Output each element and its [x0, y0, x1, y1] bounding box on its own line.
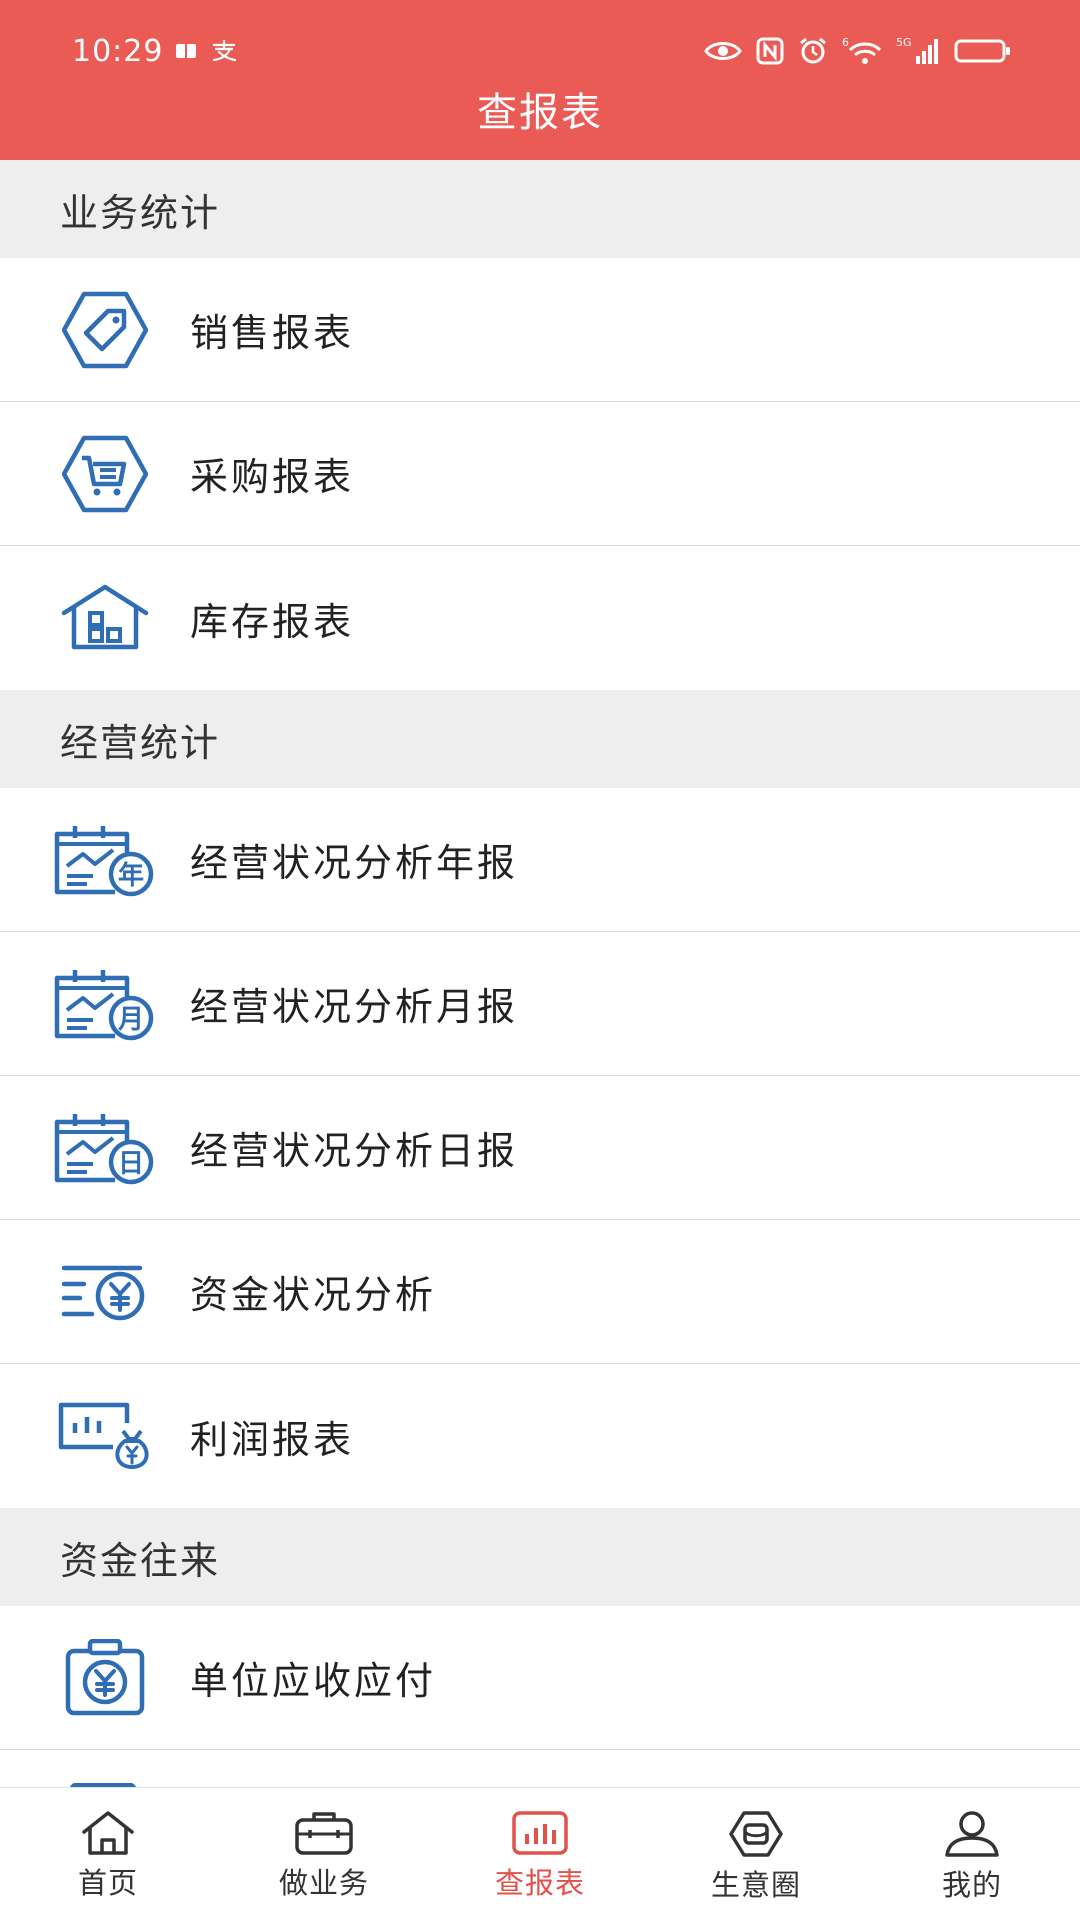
report-row-label: 经营状况分析月报	[190, 985, 519, 1029]
nav-community[interactable]: 生意圈	[648, 1788, 864, 1920]
report-row-purchase[interactable]: 采购报表	[0, 402, 1080, 546]
report-row-inventory[interactable]: 库存报表	[0, 546, 1080, 690]
network-label: 5G	[896, 36, 912, 49]
section-header-operation: 经营统计	[0, 690, 1080, 788]
bottom-nav: 首页 做业务 查报表 生意圈 我的	[0, 1787, 1080, 1920]
nav-profile[interactable]: 我的	[864, 1788, 1080, 1920]
year-badge: 年	[118, 860, 144, 891]
report-row-label: 采购报表	[190, 455, 355, 499]
nav-label: 查报表	[494, 1866, 585, 1900]
wifi-icon: 6	[842, 36, 882, 64]
sim-label: 6	[842, 36, 849, 49]
report-row-label: 利润报表	[190, 1417, 355, 1462]
price-tag-icon	[62, 291, 148, 368]
report-row-label: 经营状况分析日报	[190, 1129, 519, 1173]
bar-chart-icon	[512, 1811, 568, 1855]
warehouse-icon	[61, 584, 149, 650]
report-row-label: 经营状况分析年报	[190, 841, 519, 885]
header: 10:29 6 5G 查报表	[0, 0, 1080, 160]
status-notification-icons	[175, 40, 237, 62]
book-icon	[176, 44, 196, 58]
section-header-business: 业务统计	[0, 160, 1080, 258]
status-bar: 10:29 6 5G	[0, 0, 1080, 90]
community-icon	[729, 1811, 783, 1857]
month-badge: 月	[117, 1005, 144, 1035]
user-icon	[945, 1811, 999, 1857]
nav-label: 做业务	[278, 1866, 369, 1900]
nav-home[interactable]: 首页	[0, 1788, 216, 1920]
report-row-label: 单位应收应付	[190, 1659, 437, 1703]
report-row-receivable-payable[interactable]: 单位应收应付	[0, 1606, 1080, 1750]
alarm-icon	[800, 37, 826, 64]
nav-reports[interactable]: 查报表	[432, 1788, 648, 1920]
status-time: 10:29	[72, 34, 164, 69]
calendar-chart-day-icon: 日	[54, 1113, 154, 1184]
yuan-flow-icon	[61, 1265, 145, 1320]
eye-icon	[704, 42, 742, 60]
nav-business[interactable]: 做业务	[216, 1788, 432, 1920]
nfc-icon	[756, 37, 784, 65]
report-row-funds[interactable]: 资金状况分析	[0, 1220, 1080, 1364]
section-header-funds: 资金往来	[0, 1508, 1080, 1606]
report-row-label: 资金状况分析	[190, 1273, 437, 1317]
report-row-label: 销售报表	[190, 311, 355, 355]
report-row-label: 库存报表	[190, 599, 355, 644]
nav-label: 我的	[941, 1868, 1002, 1902]
report-row-profit[interactable]: 利润报表	[0, 1364, 1080, 1508]
nav-label: 生意圈	[710, 1868, 801, 1902]
shopping-cart-icon	[62, 435, 148, 512]
signal-icon: 5G	[896, 36, 938, 64]
report-row-daily[interactable]: 日 经营状况分析日报	[0, 1076, 1080, 1220]
app-root: 10:29 6 5G 查报表 业务统计 销售报表 采购报表 库存报表 经营统计 …	[0, 0, 1080, 1920]
calendar-chart-month-icon: 月	[54, 969, 154, 1040]
status-system-icons: 6 5G	[704, 36, 1012, 66]
day-badge: 日	[118, 1149, 144, 1179]
report-row-sales[interactable]: 销售报表	[0, 258, 1080, 402]
report-row-annual[interactable]: 年 经营状况分析年报	[0, 788, 1080, 932]
calendar-chart-year-icon: 年	[54, 825, 154, 896]
battery-icon	[954, 39, 1010, 63]
report-row-monthly[interactable]: 月 经营状况分析月报	[0, 932, 1080, 1076]
yuan-receipt-icon	[65, 1638, 145, 1715]
profit-chart-icon	[58, 1402, 149, 1469]
report-list: 业务统计 销售报表 采购报表 库存报表 经营统计 年 经营状况分析年报 月 经营…	[0, 160, 1080, 1787]
briefcase-icon	[295, 1812, 353, 1855]
report-row-partial[interactable]	[0, 1750, 1080, 1787]
home-icon	[82, 1811, 134, 1855]
page-title: 查报表	[477, 90, 603, 136]
alipay-icon	[212, 40, 237, 62]
nav-label: 首页	[77, 1866, 138, 1900]
